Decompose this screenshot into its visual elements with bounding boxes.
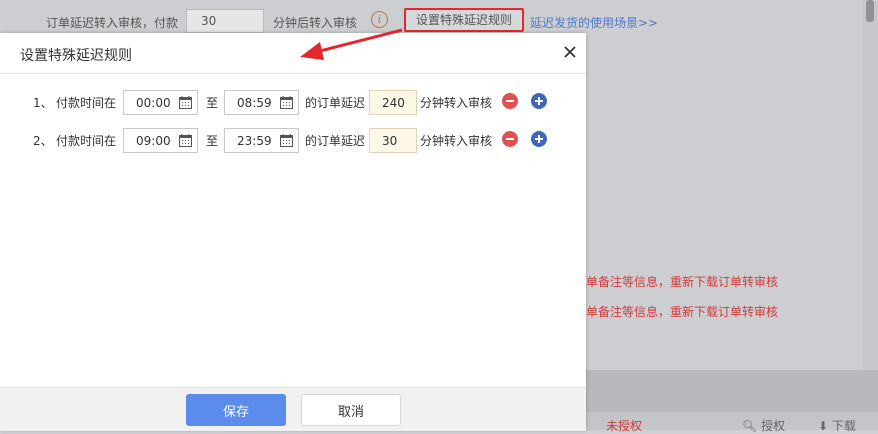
info-icon[interactable]: i	[371, 11, 388, 28]
calendar-icon	[179, 96, 192, 109]
end-time-picker[interactable]: 23:59	[224, 128, 299, 153]
authorize-button[interactable]: 🔍︎ 授权	[742, 417, 785, 434]
start-time-picker[interactable]: 09:00	[123, 128, 198, 153]
dialog-title: 设置特殊延迟规则	[20, 48, 132, 64]
minutes-suffix-label: 分钟转入审核	[420, 96, 493, 110]
end-time-value: 23:59	[237, 134, 272, 148]
start-time-picker[interactable]: 00:00	[123, 90, 198, 115]
dialog-header: 设置特殊延迟规则	[0, 33, 586, 74]
add-rule-button[interactable]	[531, 93, 547, 109]
pay-time-label: 付款时间在	[56, 96, 117, 110]
close-icon[interactable]	[560, 42, 580, 62]
delay-minutes-input[interactable]	[369, 128, 417, 153]
warning-text: 单备注等信息，重新下载订单转审核	[586, 275, 779, 289]
pay-time-label: 付款时间在	[56, 134, 117, 148]
dialog-footer: 保存 取消	[0, 387, 586, 431]
calendar-icon	[280, 134, 293, 147]
usage-scenario-link[interactable]: 延迟发货的使用场景>>	[530, 14, 658, 31]
rule-index: 2、	[33, 134, 53, 148]
delay-rule-row: 1、 付款时间在 00:00 至 08:59 的订单延迟 分钟转入审核	[0, 88, 586, 116]
download-button[interactable]: ⬇︎ 下载	[818, 417, 856, 434]
start-time-value: 09:00	[136, 134, 171, 148]
unauthorized-status: 未授权	[606, 419, 643, 433]
order-delay-label: 的订单延迟	[305, 96, 366, 110]
save-button[interactable]: 保存	[186, 394, 286, 426]
calendar-icon	[280, 96, 293, 109]
cancel-button[interactable]: 取消	[301, 394, 401, 426]
remove-rule-button[interactable]	[502, 131, 518, 147]
rule-index: 1、	[33, 96, 53, 110]
delay-rule-row: 2、 付款时间在 09:00 至 23:59 的订单延迟 分钟转入审核	[0, 126, 586, 154]
remove-rule-button[interactable]	[502, 93, 518, 109]
to-label: 至	[206, 134, 219, 148]
delay-minutes-input[interactable]: 30	[186, 9, 264, 33]
delay-minutes-input[interactable]	[369, 90, 417, 115]
page-scrollbar-thumb[interactable]	[866, 0, 874, 22]
minutes-suffix-label: 分钟转入审核	[420, 134, 493, 148]
calendar-icon	[179, 134, 192, 147]
add-rule-button[interactable]	[531, 131, 547, 147]
order-delay-label: 的订单延迟	[305, 134, 366, 148]
download-icon: ⬇︎	[818, 419, 832, 433]
start-time-value: 00:00	[136, 96, 171, 110]
to-label: 至	[206, 96, 219, 110]
page-scrollbar[interactable]	[862, 0, 878, 370]
warning-text: 单备注等信息，重新下载订单转审核	[586, 305, 779, 319]
delay-suffix-label: 分钟后转入审核	[273, 16, 358, 30]
special-delay-rule-button[interactable]: 设置特殊延迟规则	[404, 8, 524, 32]
end-time-picker[interactable]: 08:59	[224, 90, 299, 115]
special-delay-rule-dialog: 设置特殊延迟规则 1、 付款时间在 00:00 至 08:59 的订单延迟 分钟…	[0, 33, 586, 431]
delay-label: 订单延迟转入审核，付款	[46, 16, 179, 30]
authorize-icon: 🔍︎	[742, 419, 762, 433]
end-time-value: 08:59	[237, 96, 272, 110]
